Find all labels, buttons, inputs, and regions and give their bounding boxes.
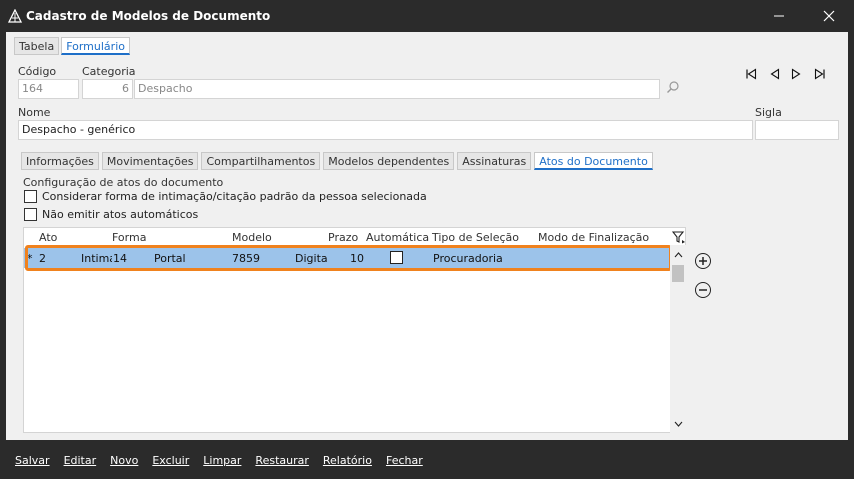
- fechar-button[interactable]: Fechar: [386, 454, 423, 467]
- sigla-label: Sigla: [755, 106, 782, 119]
- col-forma[interactable]: Forma: [112, 231, 146, 244]
- title-bar: Cadastro de Modelos de Documento: [0, 0, 854, 32]
- option-considerar-forma-checkbox[interactable]: [24, 190, 37, 203]
- tab-assinaturas[interactable]: Assinaturas: [457, 152, 532, 170]
- restaurar-button[interactable]: Restaurar: [255, 454, 308, 467]
- scroll-up-icon[interactable]: [670, 248, 686, 262]
- relatorio-button[interactable]: Relatório: [323, 454, 372, 467]
- next-record-icon: [791, 68, 801, 80]
- tab-atos-do-documento[interactable]: Atos do Documento: [534, 152, 653, 170]
- sigla-field[interactable]: [755, 120, 839, 140]
- novo-button[interactable]: Novo: [110, 454, 138, 467]
- section-tabs: Informações Movimentações Compartilhamen…: [21, 152, 656, 170]
- option-considerar-forma-label: Considerar forma de intimação/citação pa…: [42, 190, 427, 203]
- limpar-button[interactable]: Limpar: [203, 454, 241, 467]
- editar-button[interactable]: Editar: [64, 454, 97, 467]
- option-considerar-forma[interactable]: Considerar forma de intimação/citação pa…: [24, 190, 427, 203]
- col-ato[interactable]: Ato: [39, 231, 57, 244]
- col-tipo-selecao[interactable]: Tipo de Seleção: [432, 231, 519, 244]
- selected-row-highlight: [25, 245, 672, 271]
- tab-compartilhamentos[interactable]: Compartilhamentos: [201, 152, 321, 170]
- config-section-label: Configuração de atos do documento: [23, 176, 224, 189]
- last-record-button[interactable]: [812, 67, 828, 81]
- first-record-button[interactable]: [743, 67, 759, 81]
- tab-formulario[interactable]: Formulário: [61, 37, 130, 55]
- nome-field[interactable]: Despacho - genérico: [18, 120, 753, 140]
- col-modelo[interactable]: Modelo: [232, 231, 272, 244]
- bottom-toolbar: Salvar Editar Novo Excluir Limpar Restau…: [6, 446, 848, 474]
- codigo-label: Código: [18, 65, 57, 78]
- prev-record-icon: [770, 68, 780, 80]
- prev-record-button[interactable]: [767, 67, 783, 81]
- remove-icon: [699, 289, 707, 291]
- nome-label: Nome: [18, 106, 51, 119]
- excluir-button[interactable]: Excluir: [152, 454, 189, 467]
- col-prazo[interactable]: Prazo: [328, 231, 358, 244]
- main-window: Cadastro de Modelos de Documento Tabela …: [0, 0, 854, 479]
- codigo-field[interactable]: 164: [18, 79, 79, 99]
- last-record-icon: [814, 68, 825, 80]
- minimize-icon: [774, 15, 784, 17]
- grid-vertical-scrollbar[interactable]: [670, 245, 686, 433]
- col-automatica[interactable]: Automática: [366, 231, 429, 244]
- add-icon: [699, 257, 707, 265]
- tab-tabela[interactable]: Tabela: [14, 37, 60, 55]
- top-tabs: Tabela Formulário: [14, 37, 132, 55]
- categoria-field[interactable]: Despacho: [134, 79, 660, 99]
- categoria-label: Categoria: [82, 65, 136, 78]
- search-icon[interactable]: [666, 80, 680, 94]
- option-nao-emitir-label: Não emitir atos automáticos: [42, 208, 199, 221]
- first-record-icon: [746, 68, 757, 80]
- option-nao-emitir-checkbox[interactable]: [24, 208, 37, 221]
- salvar-button[interactable]: Salvar: [15, 454, 50, 467]
- tab-informacoes[interactable]: Informações: [21, 152, 99, 170]
- remove-row-button[interactable]: [695, 282, 711, 298]
- close-icon: [823, 10, 835, 22]
- window-title: Cadastro de Modelos de Documento: [26, 9, 271, 23]
- close-button[interactable]: [806, 0, 852, 32]
- minimize-button[interactable]: [756, 0, 802, 32]
- grid-header: Ato Forma Modelo Prazo Automática Tipo d…: [24, 228, 670, 246]
- next-record-button[interactable]: [788, 67, 804, 81]
- categoria-code-field[interactable]: 6: [82, 79, 133, 99]
- scrollbar-thumb[interactable]: [672, 265, 684, 282]
- form-content: Tabela Formulário Código Categoria 164 6…: [6, 32, 848, 440]
- tab-movimentacoes[interactable]: Movimentações: [101, 152, 199, 170]
- option-nao-emitir[interactable]: Não emitir atos automáticos: [24, 208, 198, 221]
- app-icon: [8, 9, 22, 23]
- tab-modelos-dependentes[interactable]: Modelos dependentes: [323, 152, 455, 170]
- col-modo-finalizacao[interactable]: Modo de Finalização: [538, 231, 649, 244]
- filter-icon[interactable]: [672, 230, 686, 244]
- add-row-button[interactable]: [695, 253, 711, 269]
- scroll-down-icon[interactable]: [670, 417, 686, 431]
